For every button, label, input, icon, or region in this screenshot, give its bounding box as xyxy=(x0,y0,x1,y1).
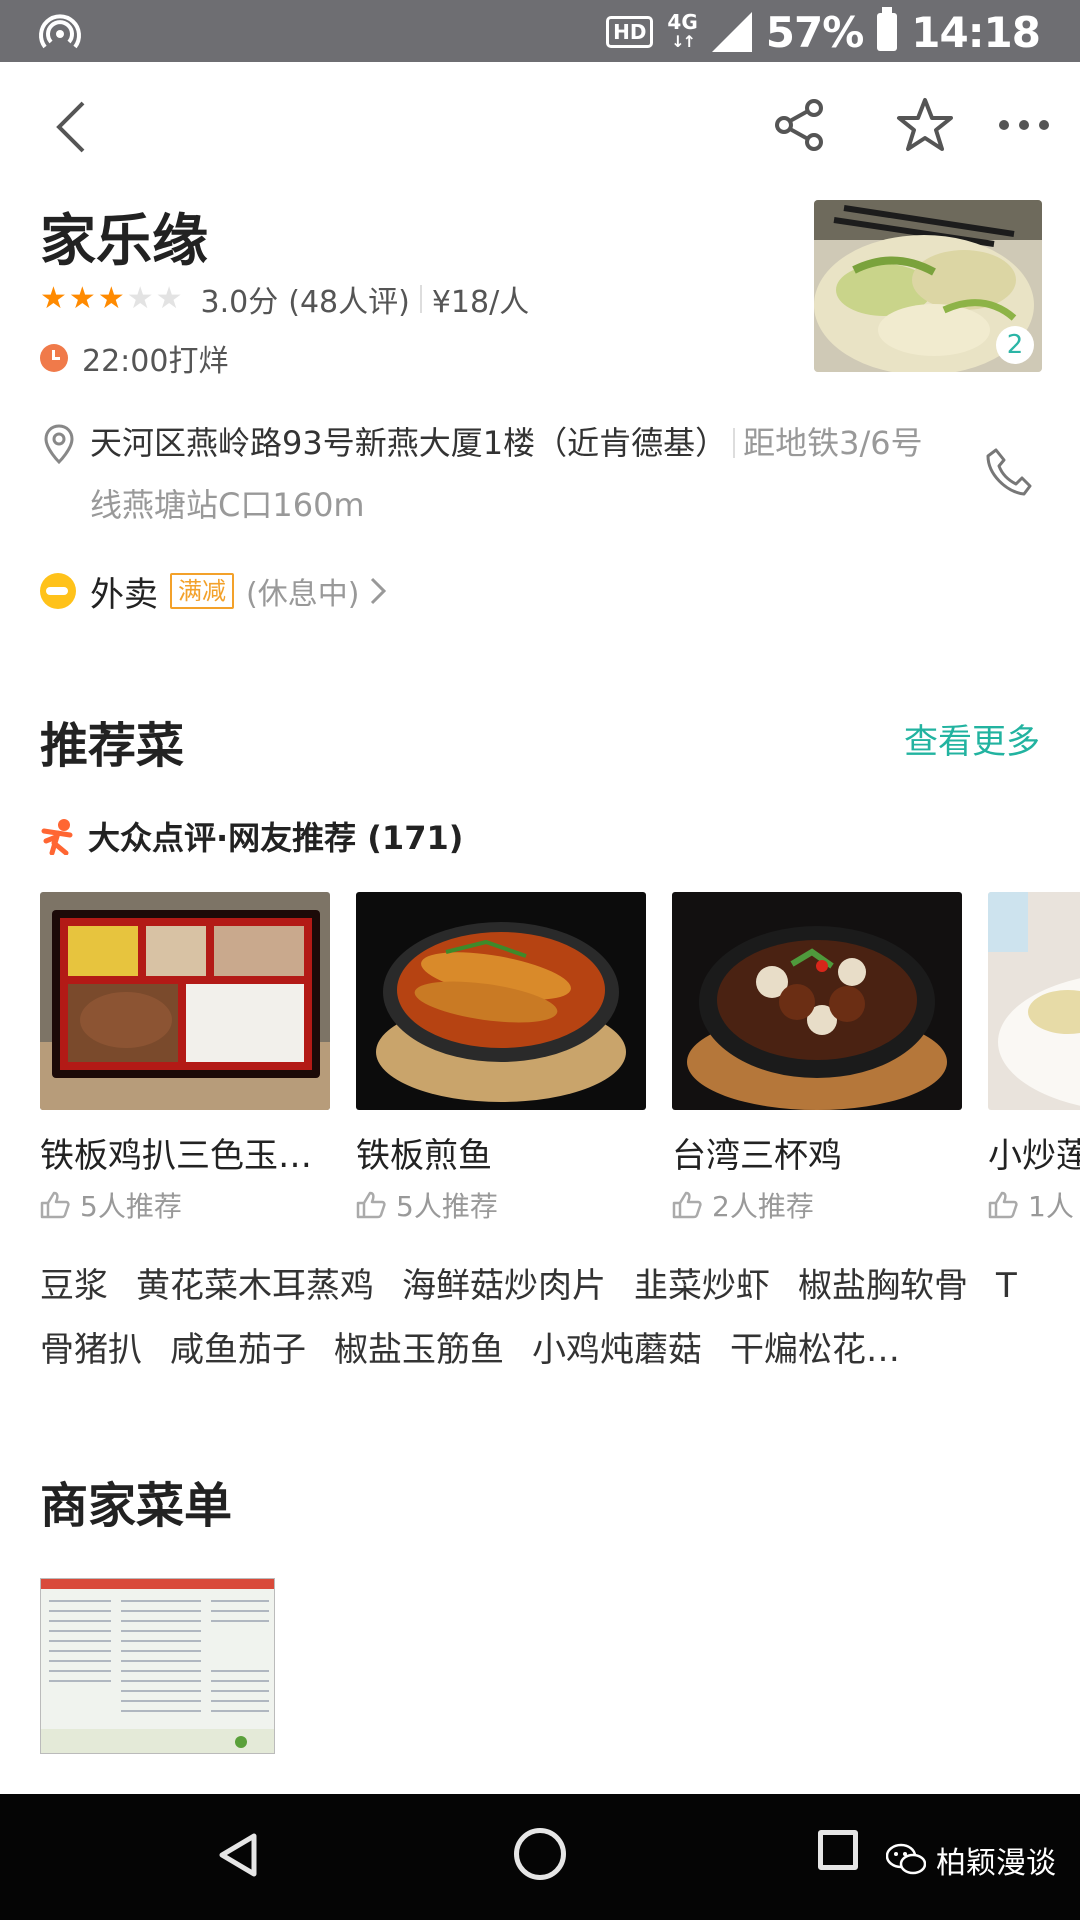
divider xyxy=(733,428,736,458)
star-icon: ★ xyxy=(97,281,125,316)
clock-icon xyxy=(40,344,68,372)
more-button[interactable] xyxy=(994,90,1054,160)
wechat-icon xyxy=(886,1843,926,1875)
more-icon xyxy=(999,120,1049,130)
shop-photo[interactable]: 2 xyxy=(814,200,1042,372)
recommend-source-label: 大众点评·网友推荐 (171) xyxy=(88,819,464,857)
call-button[interactable] xyxy=(978,440,1038,504)
menu-image[interactable] xyxy=(40,1578,275,1754)
star-icon: ★ xyxy=(68,281,96,316)
favorite-button[interactable] xyxy=(890,90,960,160)
dish-card[interactable]: 小炒莲 1人 xyxy=(988,892,1080,1225)
star-rating: ★ ★ ★ ★ ★ xyxy=(40,284,183,314)
hd-indicator: HD xyxy=(606,16,654,48)
chevron-right-icon xyxy=(371,577,387,605)
star-icon: ★ xyxy=(155,281,183,316)
dish-tags: 豆浆 黄花菜木耳蒸鸡 海鲜菇炒肉片 韭菜炒虾 椒盐胸软骨 T骨猪扒 咸鱼茄子 椒盐玉筋鱼 小鸡炖… xyxy=(40,1254,1040,1382)
takeout-row[interactable]: 外卖 满减 (休息中) xyxy=(40,566,387,616)
status-bar: HD 4G ↓↑ 57% 14:18 xyxy=(0,0,1080,62)
share-button[interactable] xyxy=(768,90,832,160)
takeout-status: (休息中) xyxy=(246,577,360,612)
dish-tag[interactable]: 椒盐玉筋鱼 xyxy=(334,1330,504,1370)
clock-time: 14:18 xyxy=(911,7,1041,57)
back-icon xyxy=(56,101,85,153)
takeout-icon xyxy=(40,573,76,609)
menu-title: 商家菜单 xyxy=(40,1478,233,1534)
dish-likes: 5人推荐 xyxy=(356,1185,646,1225)
star-icon: ★ xyxy=(126,281,154,316)
dish-likes: 2人推荐 xyxy=(672,1185,962,1225)
dish-likes: 5人推荐 xyxy=(40,1185,330,1225)
dish-tag[interactable]: 干煸松花… xyxy=(730,1330,900,1370)
score: 3.0分 xyxy=(200,285,279,320)
dish-tag[interactable]: 小鸡炖蘑菇 xyxy=(532,1330,702,1370)
battery-icon xyxy=(877,7,898,51)
discount-badge: 满减 xyxy=(170,573,234,609)
dish-image xyxy=(672,892,962,1110)
dish-tag[interactable]: 黄花菜木耳蒸鸡 xyxy=(136,1266,374,1306)
dish-tag[interactable]: 海鲜菇炒肉片 xyxy=(402,1266,606,1306)
location-pin-icon xyxy=(44,424,74,464)
dish-name: 铁板煎鱼 xyxy=(356,1136,492,1176)
nav-back-icon[interactable] xyxy=(218,1832,258,1878)
price-per-person: ¥18/人 xyxy=(431,285,530,320)
nav-home-icon[interactable] xyxy=(514,1828,566,1880)
dish-card[interactable]: 台湾三杯鸡 2人推荐 xyxy=(672,892,962,1225)
watermark-text: 柏颖漫谈 xyxy=(936,1846,1056,1881)
dish-name: 台湾三杯鸡 xyxy=(672,1136,842,1176)
takeout-label: 外卖 xyxy=(90,574,158,615)
dish-card[interactable]: 铁板鸡扒三色玉… 5人推荐 xyxy=(40,892,330,1225)
battery-percent: 57% xyxy=(765,7,865,57)
address-line: 天河区燕岭路93号新燕大厦1楼（近肯德基） xyxy=(90,424,728,462)
dish-card[interactable]: 铁板煎鱼 5人推荐 xyxy=(356,892,646,1225)
dish-tag[interactable]: 豆浆 xyxy=(40,1266,108,1306)
dish-tag[interactable]: 韭菜炒虾 xyxy=(634,1266,770,1306)
dish-image xyxy=(988,892,1080,1110)
closing-time: 22:00打烊 xyxy=(82,344,229,379)
back-button[interactable] xyxy=(40,92,100,162)
shop-name: 家乐缘 xyxy=(40,209,208,274)
thumb-up-icon xyxy=(988,1191,1018,1219)
dish-image xyxy=(356,892,646,1110)
app-bar xyxy=(0,62,1080,192)
dish-likes: 1人 xyxy=(988,1185,1080,1225)
thumb-up-icon xyxy=(40,1191,70,1219)
watermark: 柏颖漫谈 xyxy=(886,1838,1056,1882)
system-nav-bar: 柏颖漫谈 xyxy=(0,1794,1080,1920)
hotspot-icon xyxy=(38,12,82,52)
divider xyxy=(419,285,422,313)
photo-count-badge: 2 xyxy=(996,326,1034,364)
thumb-up-icon xyxy=(672,1191,702,1219)
address-text: 天河区燕岭路93号新燕大厦1楼（近肯德基） 距地铁3/6号线燕塘站C口160m xyxy=(90,412,950,536)
review-count[interactable]: (48人评) xyxy=(288,277,410,321)
dish-name: 小炒莲 xyxy=(988,1136,1080,1176)
thumb-up-icon xyxy=(356,1191,386,1219)
phone-icon xyxy=(986,448,1032,496)
dish-image xyxy=(40,892,330,1110)
nav-recent-apps-icon[interactable] xyxy=(818,1830,858,1870)
recommend-source: 大众点评·网友推荐 (171) xyxy=(40,812,463,860)
star-outline-icon xyxy=(897,98,953,151)
hours-row: 22:00打烊 xyxy=(40,338,229,379)
signal-icon xyxy=(711,12,752,52)
star-icon: ★ xyxy=(40,281,67,316)
see-more-link[interactable]: 查看更多 xyxy=(904,714,1040,763)
share-icon xyxy=(775,99,823,151)
dish-tag[interactable]: 咸鱼茄子 xyxy=(170,1330,306,1370)
dish-name: 铁板鸡扒三色玉… xyxy=(40,1136,312,1176)
network-type: 4G ↓↑ xyxy=(667,10,698,51)
rating-row: ★ ★ ★ ★ ★ 3.0分 (48人评) ¥18/人 xyxy=(40,277,530,321)
dish-carousel[interactable]: 铁板鸡扒三色玉… 5人推荐 铁板煎鱼 5人推荐 台湾三杯鸡 2人推荐 小炒莲 1… xyxy=(40,892,1080,1232)
recommended-title: 推荐菜 xyxy=(40,718,185,774)
dish-tag[interactable]: 椒盐胸软骨 xyxy=(798,1266,968,1306)
dianping-icon xyxy=(41,819,73,855)
